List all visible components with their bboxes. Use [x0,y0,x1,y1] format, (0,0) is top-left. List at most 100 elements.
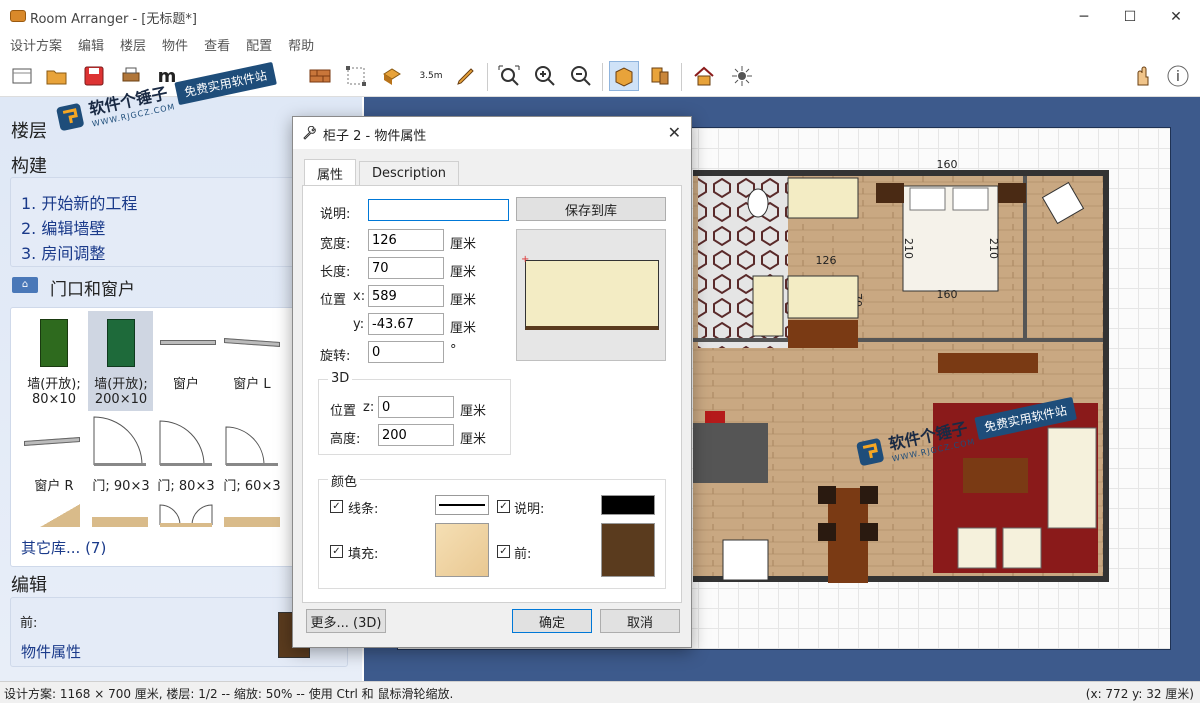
zoom-out-icon[interactable] [566,61,596,91]
open-icon[interactable] [42,61,72,91]
menu-object[interactable]: 物件 [158,35,192,54]
double-door-thumb[interactable] [158,497,214,527]
cancel-button[interactable]: 取消 [600,609,680,633]
description-label: 说明: [320,207,351,222]
menu-floor[interactable]: 楼层 [116,35,150,54]
height-input[interactable] [378,424,454,446]
fill-label: 填充: [348,547,379,562]
fill-checkbox[interactable]: ✓ [330,545,343,558]
save-to-library-button[interactable]: 保存到库 [516,197,666,221]
wall-open-200-thumb[interactable] [107,319,135,367]
step-edit-walls[interactable]: 2. 编辑墙壁 [21,215,105,239]
line-checkbox[interactable]: ✓ [330,500,343,513]
menu-view[interactable]: 查看 [200,35,234,54]
hand-icon[interactable] [1127,61,1157,91]
length-unit: 厘米 [450,265,477,280]
door-wood2-thumb[interactable] [92,517,148,527]
door-80-thumb[interactable] [158,415,214,467]
minimize-button[interactable]: ─ [1061,0,1107,33]
dim-cabinet-width: 126 [816,254,837,267]
menu-edit[interactable]: 编辑 [74,35,108,54]
object-properties-link[interactable]: 物件属性 [21,641,81,662]
front-label: 前: [514,547,532,562]
window-r-label: 窗户 R [34,479,74,494]
svg-text:i: i [1176,69,1180,85]
menu-config[interactable]: 配置 [242,35,276,54]
fill-color-swatch[interactable] [435,523,489,577]
object-preview: + [516,229,666,361]
rotation-label: 旋转: [320,349,351,364]
door-60-thumb[interactable] [224,415,280,467]
front-checkbox[interactable]: ✓ [497,545,510,558]
step-room-adjust[interactable]: 3. 房间调整 [21,240,105,264]
toilet [747,188,769,218]
close-button[interactable]: ✕ [1153,0,1199,33]
width-input[interactable] [368,229,444,251]
bathtub-cabinet [787,177,859,219]
height-label: 高度: [330,432,361,447]
x-label: x: [353,289,366,304]
tv-stand [938,353,1038,373]
chair-2 [860,486,878,504]
armchair-2 [1002,527,1042,569]
wall-open-80-thumb[interactable] [40,319,68,367]
length-input[interactable] [368,257,444,279]
dim-bed-bottom: 160 [937,288,958,301]
more-library-link[interactable]: 其它库... (7) [21,537,106,558]
door-wood3-thumb[interactable] [224,517,280,527]
chair-3 [818,523,836,541]
node-icon[interactable] [341,61,371,91]
front-color-swatch-dialog[interactable] [601,523,655,577]
x-input[interactable] [368,285,444,307]
help-icon[interactable]: i [1163,61,1193,91]
description-input[interactable] [368,199,509,221]
window-l-label: 窗户 L [233,377,271,392]
y-input[interactable] [368,313,444,335]
window-thumb[interactable] [160,340,216,345]
new-icon[interactable] [7,61,37,91]
object-icon[interactable] [377,61,407,91]
watermark-logo-icon [856,438,884,466]
door-90-thumb[interactable] [92,415,148,467]
cabinet [787,275,859,319]
menu-help[interactable]: 帮助 [284,35,318,54]
desc-color-swatch[interactable] [601,495,655,515]
maximize-button[interactable]: ☐ [1107,0,1153,33]
menu-design[interactable]: 设计方案 [6,35,66,54]
view-3d-icon[interactable] [645,61,675,91]
menu-bar: 设计方案 编辑 楼层 物件 查看 配置 帮助 [0,33,1200,55]
zoom-fit-icon[interactable] [494,61,524,91]
save-icon[interactable] [79,61,109,91]
zoom-in-icon[interactable] [530,61,560,91]
effects-icon[interactable] [727,61,757,91]
desc-color-checkbox[interactable]: ✓ [497,500,510,513]
wall-icon[interactable] [305,61,335,91]
red-object [705,411,725,423]
dialog-close-button[interactable]: ✕ [668,123,681,142]
tab-description[interactable]: Description [359,161,460,185]
door-80-label: 门; 80×3 [157,479,215,494]
door-wood-thumb[interactable] [24,502,80,527]
z-input[interactable] [378,396,454,418]
edit-heading: 编辑 [11,575,47,596]
dialog-title: 柜子 2 - 物件属性 [323,129,427,144]
measure-icon[interactable]: 3.5m [413,61,449,91]
view-2d-icon[interactable] [609,61,639,91]
more-3d-button[interactable]: 更多... (3D) [306,609,386,633]
y-label: y: [353,317,365,332]
height-unit: 厘米 [460,432,487,447]
line-style-swatch[interactable] [435,495,489,515]
tab-properties[interactable]: 属性 [304,159,357,185]
house-icon[interactable] [689,61,719,91]
window-title: Room Arranger - [无标题*] [30,12,197,27]
stairs [722,539,769,581]
sofa [1047,427,1097,529]
toolbar-separator [602,63,603,91]
nightstand-right [998,183,1026,203]
rotation-input[interactable] [368,341,444,363]
pen-icon[interactable] [451,61,481,91]
ok-button[interactable]: 确定 [512,609,592,633]
step-new-project[interactable]: 1. 开始新的工程 [21,190,137,214]
desc-color-label: 说明: [514,502,545,517]
pillow-right [952,187,989,211]
